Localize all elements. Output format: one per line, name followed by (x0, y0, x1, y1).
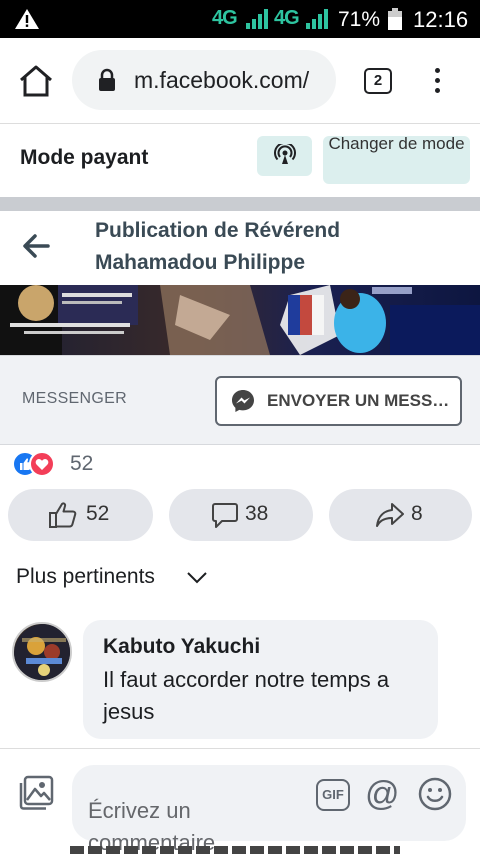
change-mode-button[interactable]: Changer de mode (323, 134, 470, 184)
comment-input[interactable]: Écrivez un commentaire… GIF @ (72, 765, 466, 855)
send-message-button[interactable]: ENVOYER UN MESS… (215, 376, 462, 426)
home-icon[interactable] (18, 64, 54, 98)
comment-composer: Écrivez un commentaire… GIF @ (0, 748, 480, 855)
comment-count: 38 (245, 502, 269, 525)
reaction-count: 52 (70, 452, 94, 475)
page-title: Publication de Révérend Mahamadou Philip… (95, 219, 341, 274)
comment-icon (212, 503, 238, 528)
back-arrow-icon[interactable] (22, 233, 50, 259)
battery-icon (388, 8, 402, 30)
broadcast-icon (274, 144, 296, 164)
tab-switcher-button[interactable]: 2 (364, 68, 392, 94)
thumbs-up-icon (49, 502, 77, 528)
browser-toolbar: m.facebook.com/ 2 (0, 38, 480, 124)
section-divider (0, 197, 480, 211)
lock-icon (99, 68, 115, 91)
comment-bubble[interactable]: Kabuto Yakuchi Il faut accorder notre te… (83, 620, 438, 739)
kebab-menu-icon[interactable] (432, 68, 442, 96)
commenter-avatar[interactable] (12, 622, 72, 682)
signal-icon-2 (306, 9, 328, 29)
comment-text: Il faut accorder notre temps a jesus (103, 667, 390, 724)
warning-icon (15, 9, 39, 29)
address-bar[interactable]: m.facebook.com/ (72, 50, 336, 110)
publication-header: Publication de Révérend Mahamadou Philip… (0, 211, 480, 285)
mention-button[interactable]: @ (365, 775, 400, 813)
like-button[interactable]: 52 (8, 489, 153, 541)
mode-title: Mode payant (20, 146, 149, 169)
comment-sort-dropdown[interactable]: Plus pertinents (16, 565, 155, 589)
status-bar: 4G 4G 71% 12:16 (0, 0, 480, 38)
data-mode-bar: Mode payant Changer de mode (0, 124, 480, 198)
send-message-label: ENVOYER UN MESS… (267, 391, 450, 410)
comment-author[interactable]: Kabuto Yakuchi (103, 635, 260, 659)
photo-icon[interactable] (18, 775, 54, 811)
like-count: 52 (86, 502, 110, 525)
signal-icon (246, 9, 268, 29)
chevron-down-icon[interactable] (186, 571, 208, 585)
next-comment-peek (70, 846, 400, 854)
cover-image-graphic (0, 285, 480, 355)
network-type-2: 4G (274, 7, 300, 29)
clock: 12:16 (413, 7, 469, 32)
network-type: 4G (212, 7, 238, 29)
battery-percent: 71% (338, 8, 381, 31)
share-count: 8 (411, 502, 423, 525)
love-reaction-icon (29, 451, 55, 477)
messenger-icon (232, 390, 254, 412)
share-icon (376, 503, 404, 527)
gif-button[interactable]: GIF (316, 779, 350, 811)
share-button[interactable]: 8 (329, 489, 472, 541)
post-cover-image[interactable] (0, 285, 480, 355)
messenger-label: MESSENGER (22, 390, 127, 407)
messenger-bar: MESSENGER ENVOYER UN MESS… (0, 355, 480, 445)
mode-info-button[interactable] (257, 136, 312, 176)
url-text: m.facebook.com/ (134, 67, 310, 93)
comment-button[interactable]: 38 (169, 489, 313, 541)
change-mode-label: Changer de mode (328, 134, 465, 153)
emoji-icon[interactable] (418, 777, 452, 811)
